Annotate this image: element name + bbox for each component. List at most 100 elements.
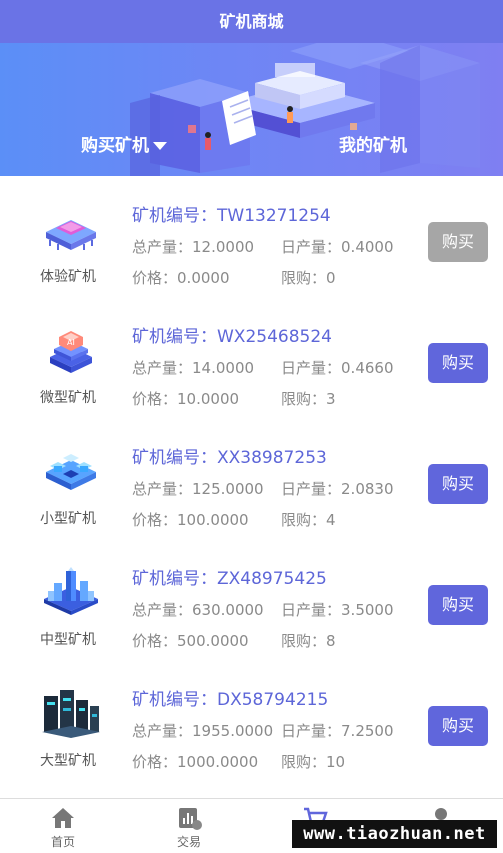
limit-prefix: 限购： [281,632,327,650]
watermark-text: www.tiaozhuan.net [292,820,497,848]
limit-value: 0 [326,269,336,287]
chart-icon [179,808,202,830]
code-prefix: 矿机编号： [132,448,217,468]
nav-home[interactable]: 首页 [0,799,126,853]
total-value: 125.0000 [192,480,264,498]
price-prefix: 价格： [132,753,178,771]
total-prefix: 总产量： [132,238,193,256]
limit-value: 10 [326,753,346,771]
stacked-chip-icon: AI [50,331,92,373]
rack-server-icon [42,690,100,738]
buy-button[interactable]: 购买 [428,343,488,383]
code-prefix: 矿机编号： [132,569,217,589]
total-prefix: 总产量： [132,480,193,498]
price: 价格：500.0000 [132,630,249,651]
total-prefix: 总产量： [132,359,193,377]
daily-output: 日产量：3.5000 [281,599,394,620]
total-prefix: 总产量： [132,601,193,619]
total-output: 总产量：12.0000 [132,236,254,257]
miner-item: 中型矿机 矿机编号：ZX48975425 总产量：630.0000 日产量：3.… [0,539,503,660]
limit-prefix: 限购： [281,390,327,408]
buy-button[interactable]: 购买 [428,222,488,262]
price-prefix: 价格： [132,632,178,650]
miner-code: 矿机编号：WX25468524 [132,322,332,347]
purchase-limit: 限购：4 [281,509,336,530]
code-value: XX38987253 [217,448,327,468]
limit-value: 8 [326,632,336,650]
daily-value: 3.5000 [341,601,394,619]
price-prefix: 价格： [132,511,178,529]
daily-output: 日产量：2.0830 [281,478,394,499]
page-title: 矿机商城 [219,12,284,31]
miner-type: 大型矿机 [40,753,96,769]
daily-output: 日产量：0.4000 [281,236,394,257]
miner-type: 体验矿机 [40,269,96,285]
purchase-limit: 限购：10 [281,751,345,772]
page-header: 矿机商城 [0,0,503,43]
isometric-factory-illustration [130,43,480,176]
limit-prefix: 限购： [281,753,327,771]
buy-button[interactable]: 购买 [428,585,488,625]
miner-type: 中型矿机 [40,632,96,648]
daily-value: 0.4000 [341,238,394,256]
daily-prefix: 日产量： [281,601,342,619]
price-value: 500.0000 [177,632,249,650]
miner-item: 小型矿机 矿机编号：XX38987253 总产量：125.0000 日产量：2.… [0,418,503,539]
miner-code: 矿机编号：TW13271254 [132,201,331,226]
miner-item: 体验矿机 矿机编号：TW13271254 总产量：12.0000 日产量：0.4… [0,176,503,297]
daily-value: 0.4660 [341,359,394,377]
daily-output: 日产量：7.2500 [281,720,394,741]
limit-prefix: 限购： [281,269,327,287]
daily-output: 日产量：0.4660 [281,357,394,378]
nav-trade-label: 交易 [176,835,201,849]
daily-value: 7.2500 [341,722,394,740]
total-prefix: 总产量： [132,722,193,740]
caret-down-icon [153,142,167,150]
limit-value: 4 [326,511,336,529]
daily-prefix: 日产量： [281,359,342,377]
total-output: 总产量：1955.0000 [132,720,273,741]
buy-button[interactable]: 购买 [428,706,488,746]
tab-buy-miner[interactable]: 购买矿机 [81,131,167,156]
price: 价格：10.0000 [132,388,239,409]
miner-item: AI 微型矿机 矿机编号：WX25468524 总产量：14.0000 日产量：… [0,297,503,418]
miner-type: 微型矿机 [40,390,96,406]
price-prefix: 价格： [132,390,178,408]
tab-buy-label: 购买矿机 [81,136,149,156]
code-value: DX58794215 [217,690,329,710]
price-value: 100.0000 [177,511,249,529]
total-value: 1955.0000 [192,722,274,740]
limit-value: 3 [326,390,336,408]
chip-icon [46,220,96,250]
daily-value: 2.0830 [341,480,394,498]
limit-prefix: 限购： [281,511,327,529]
purchase-limit: 限购：0 [281,267,336,288]
tab-mine-label: 我的矿机 [339,136,407,156]
price: 价格：0.0000 [132,267,230,288]
total-output: 总产量：125.0000 [132,478,264,499]
miner-code: 矿机编号：XX38987253 [132,443,327,468]
tab-my-miner[interactable]: 我的矿机 [339,131,407,156]
code-value: WX25468524 [217,327,332,347]
svg-text:AI: AI [67,338,75,347]
daily-prefix: 日产量： [281,238,342,256]
price: 价格：100.0000 [132,509,249,530]
code-prefix: 矿机编号： [132,690,217,710]
price-value: 10.0000 [177,390,240,408]
total-output: 总产量：630.0000 [132,599,264,620]
price: 价格：1000.0000 [132,751,258,772]
code-value: ZX48975425 [217,569,327,589]
price-value: 1000.0000 [177,753,259,771]
cube-cluster-icon [46,454,96,490]
total-value: 12.0000 [192,238,255,256]
miner-code: 矿机编号：ZX48975425 [132,564,327,589]
miner-item: 大型矿机 矿机编号：DX58794215 总产量：1955.0000 日产量：7… [0,660,503,781]
total-output: 总产量：14.0000 [132,357,254,378]
miner-type: 小型矿机 [40,511,96,527]
price-value: 0.0000 [177,269,230,287]
buy-button[interactable]: 购买 [428,464,488,504]
nav-home-label: 首页 [50,835,75,849]
nav-trade[interactable]: 交易 [126,799,252,853]
home-icon [52,808,74,828]
purchase-limit: 限购：3 [281,388,336,409]
